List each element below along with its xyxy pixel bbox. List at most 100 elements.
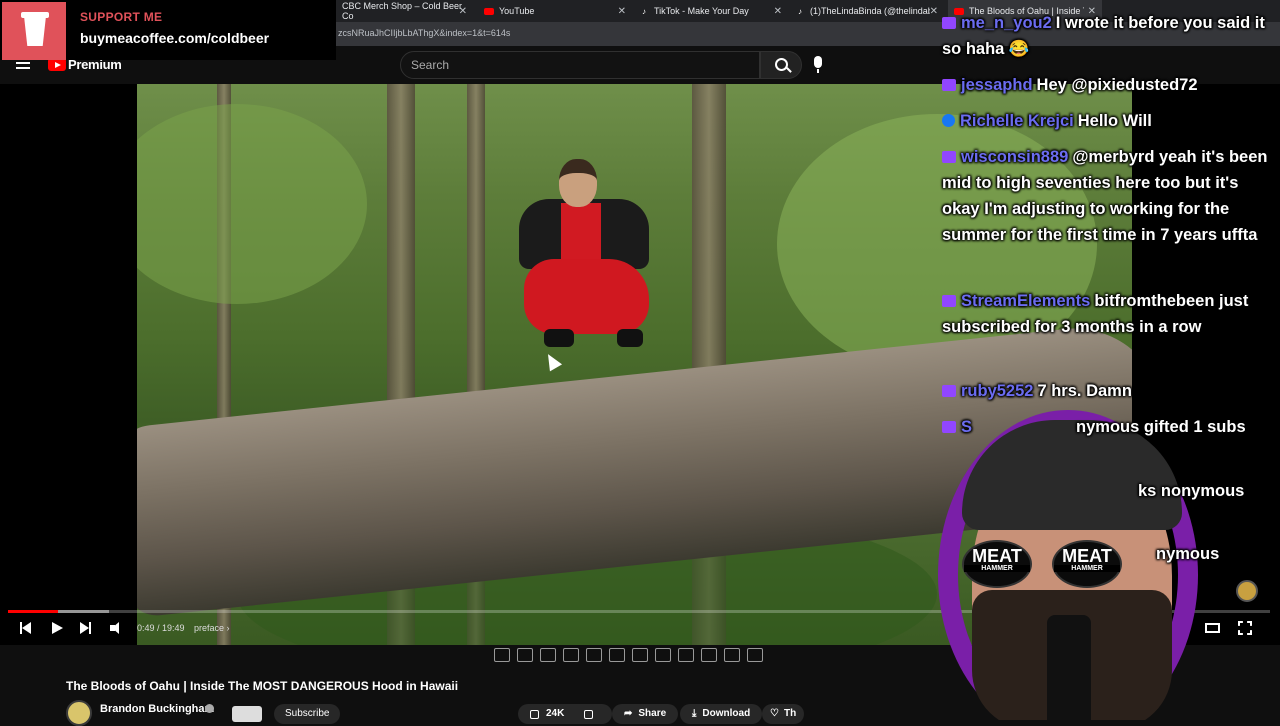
head — [559, 159, 597, 207]
support-overlay: SUPPORT ME buymeacoffee.com/coldbeer — [0, 0, 336, 60]
volume-icon[interactable] — [108, 620, 126, 636]
film-icon[interactable] — [586, 648, 602, 662]
thumbs-down-icon[interactable] — [584, 709, 594, 719]
globe-icon[interactable] — [1236, 580, 1258, 602]
settings-icon[interactable] — [747, 648, 763, 662]
tab-tiktok[interactable]: ♪ TikTok - Make Your Day ✕ — [636, 0, 788, 22]
keyboard-icon[interactable] — [724, 648, 740, 662]
share-icon: ➦ — [624, 708, 633, 719]
extension-toolbar — [494, 648, 763, 664]
chat-user: jessaphd — [961, 76, 1033, 94]
search-input[interactable] — [400, 51, 760, 79]
cup-body — [24, 16, 46, 46]
share-button[interactable]: ➦ Share — [612, 704, 679, 724]
miniplayer-icon[interactable] — [678, 648, 694, 662]
time-display: 0:49 / 19:49 — [137, 623, 185, 633]
chat-text: 7 hrs. Damn — [1037, 382, 1132, 400]
close-icon[interactable]: ✕ — [459, 6, 467, 17]
chat-message: nymous — [1152, 541, 1272, 567]
twitch-icon — [942, 17, 956, 29]
chat-message: wisconsin889 @merbyrd yeah it's been mid … — [942, 144, 1272, 248]
microphone-icon[interactable] — [814, 56, 822, 73]
screenshot-icon[interactable] — [701, 648, 717, 662]
chat-user: Richelle Krejci — [960, 112, 1074, 130]
progress-fill — [8, 610, 59, 613]
chat-user: S — [961, 418, 973, 436]
thanks-label: Th — [783, 708, 797, 719]
twitch-icon — [942, 295, 956, 307]
download-label: Download — [702, 708, 751, 719]
chat-message: Richelle Krejci Hello Will — [942, 108, 1272, 134]
coffee-cup-icon — [2, 2, 66, 60]
tab-lindabinda[interactable]: ♪ (1)TheLindaBinda (@thelindabin ✕ — [792, 0, 944, 22]
verified-icon — [205, 704, 214, 713]
sort-icon[interactable] — [517, 648, 533, 662]
chat-message: ks nonymous — [1134, 478, 1274, 504]
chat-overlay: me_n_you2 I wrote it before you said it s… — [938, 8, 1278, 578]
shoe — [544, 329, 574, 347]
tab-label: (1)TheLindaBinda (@thelindabin — [810, 6, 930, 16]
chat-message: Snymous gifted 1 subs — [942, 414, 1272, 440]
close-icon[interactable]: ✕ — [774, 6, 782, 17]
chat-message: StreamElements bitfromthebeen just subscr… — [942, 288, 1272, 340]
tab-label: CBC Merch Shop – Cold Beer Co — [342, 1, 463, 21]
chat-message: ruby5252 7 hrs. Damn — [942, 378, 1272, 404]
twitch-icon — [942, 79, 956, 91]
list-icon[interactable] — [632, 648, 648, 662]
subscribe-button[interactable]: Subscribe — [274, 704, 341, 724]
twitch-icon — [942, 151, 956, 163]
chat-text: Hello Will — [1077, 112, 1152, 130]
chat-user: wisconsin889 — [961, 148, 1069, 166]
youtube-icon — [484, 7, 494, 15]
tab-youtube[interactable]: YouTube ✕ — [478, 0, 632, 22]
tab-label: YouTube — [499, 6, 535, 16]
chat-message: jessaphd Hey @pixiedusted72 — [942, 72, 1272, 98]
speed-icon[interactable] — [655, 648, 671, 662]
twitch-icon — [942, 421, 956, 433]
chat-message: me_n_you2 I wrote it before you said it s… — [942, 10, 1272, 62]
microphone — [1047, 615, 1091, 720]
like-button[interactable]: 24K — [518, 704, 613, 724]
chat-user: me_n_you2 — [961, 14, 1052, 32]
share-label: Share — [638, 708, 667, 719]
url-text[interactable]: zcsNRuaJhCIIjbLbAThgX&index=1&t=614s — [338, 28, 510, 38]
chat-user: StreamElements — [961, 292, 1091, 310]
loop-icon[interactable] — [494, 648, 510, 662]
support-url: buymeacoffee.com/coldbeer — [80, 30, 270, 46]
search-button[interactable] — [760, 51, 802, 79]
close-icon[interactable]: ✕ — [618, 6, 626, 17]
support-label: SUPPORT ME — [80, 10, 163, 24]
channel-name[interactable]: Brandon Buckingham — [100, 703, 214, 715]
camera-icon[interactable] — [563, 648, 579, 662]
chat-text: nymous gifted 1 subs — [1076, 418, 1246, 436]
next-icon[interactable] — [76, 620, 94, 636]
download-button[interactable]: ⤓ Download — [680, 704, 763, 724]
chat-user: ruby5252 — [961, 382, 1034, 400]
shoe — [617, 329, 643, 347]
chat-text: nymous — [1156, 545, 1220, 563]
tab-label: TikTok - Make Your Day — [654, 6, 749, 16]
like-count: 24K — [546, 708, 565, 719]
video-title: The Bloods of Oahu | Inside The MOST DAN… — [66, 679, 459, 693]
tiktok-icon: ♪ — [798, 6, 802, 16]
close-icon[interactable]: ✕ — [930, 6, 938, 17]
chat-text: Hey @pixiedusted72 — [1036, 76, 1198, 94]
facebook-icon — [942, 114, 955, 127]
tiktok-icon: ♪ — [642, 6, 646, 16]
previous-icon[interactable] — [17, 620, 35, 636]
chapter-button[interactable]: preface › — [194, 623, 230, 633]
play-icon[interactable] — [48, 620, 66, 636]
audio-icon[interactable] — [540, 648, 556, 662]
foliage — [137, 104, 367, 304]
twitch-icon — [942, 385, 956, 397]
thanks-icon: ♡ — [770, 708, 779, 719]
person-on-log — [499, 159, 669, 354]
download-icon: ⤓ — [692, 708, 697, 719]
pants — [524, 259, 649, 334]
chat-text: ks nonymous — [1138, 482, 1245, 500]
tab-cbc-merch[interactable]: CBC Merch Shop – Cold Beer Co ✕ — [336, 0, 473, 22]
channel-avatar[interactable] — [66, 700, 92, 726]
picture-icon[interactable] — [609, 648, 625, 662]
thumbs-up-icon — [530, 709, 539, 719]
thanks-button[interactable]: ♡ Th — [762, 704, 805, 724]
